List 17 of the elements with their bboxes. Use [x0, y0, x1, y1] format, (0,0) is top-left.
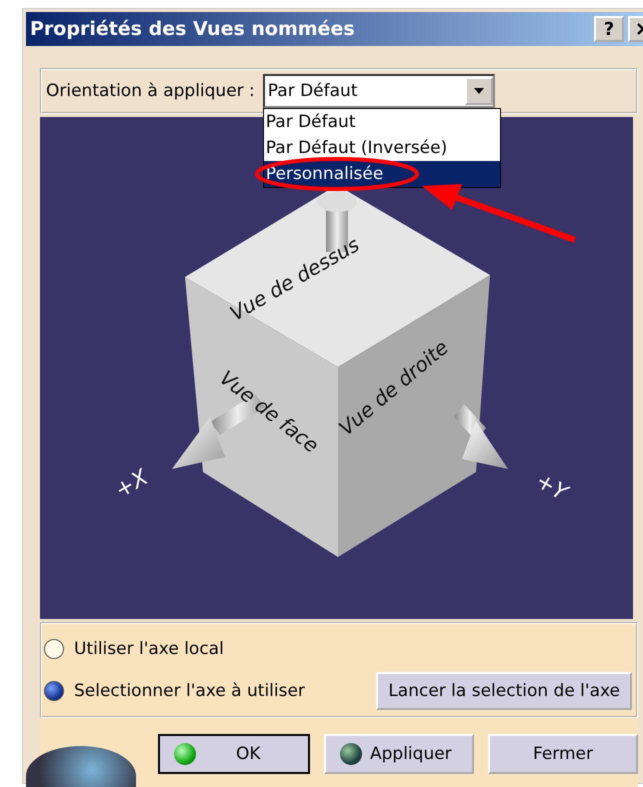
front-face-label: Vue de face — [215, 366, 324, 458]
select-axis-button[interactable]: Lancer la selection de l'axe — [376, 672, 632, 710]
y-axis-label: +Y — [531, 468, 572, 506]
radio-option[interactable]: Selectionner l'axe à utiliser — [44, 681, 305, 701]
dialog-button[interactable]: Fermer — [488, 734, 638, 774]
x-axis-label: +X — [110, 465, 153, 504]
dropdown-option[interactable]: Par Défaut — [264, 109, 500, 135]
window-title: Propriétés des Vues nommées — [30, 18, 355, 40]
radio-option[interactable]: Utiliser l'axe local — [44, 639, 224, 659]
orientation-label: Orientation à appliquer : — [46, 81, 255, 101]
dropdown-option[interactable]: Par Défaut (Inversée) — [264, 135, 500, 161]
sphere-icon — [340, 743, 362, 765]
orientation-dropdown[interactable]: Par Défaut — [262, 74, 495, 108]
sphere-icon — [174, 743, 196, 765]
dialog-button[interactable]: OK — [158, 734, 310, 774]
dialog-button[interactable]: Appliquer — [324, 734, 474, 774]
help-button[interactable]: ? — [594, 16, 624, 42]
